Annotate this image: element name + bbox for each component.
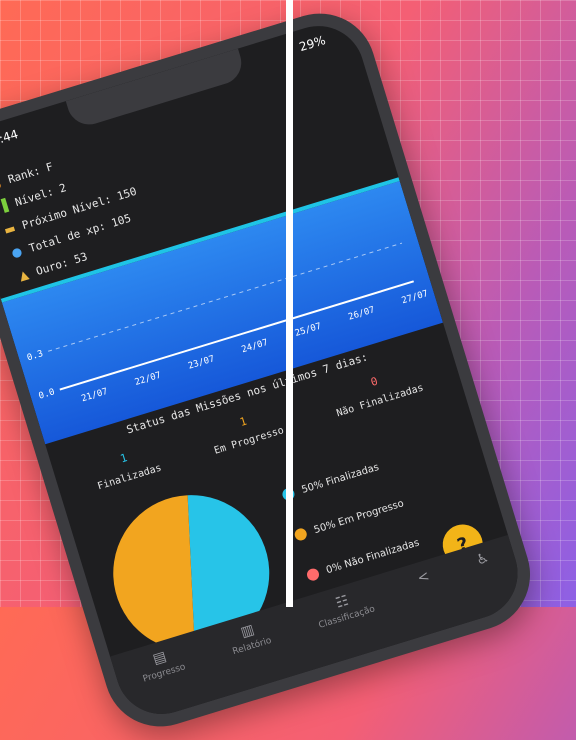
x-tick-label: 22/07 bbox=[134, 371, 163, 388]
nav-item-classificacao[interactable]: ☷ Classificação bbox=[312, 586, 377, 631]
nav-item-relatorio[interactable]: ▥ Relatório bbox=[226, 618, 273, 658]
legend-label-finalizadas: 50% Finalizadas bbox=[300, 461, 381, 496]
medal-icon: 🏅 bbox=[0, 174, 6, 192]
legend-dot-nao-finalizadas bbox=[305, 567, 321, 583]
accessibility-button[interactable]: ♿ bbox=[474, 550, 491, 569]
level-bars-icon: ▐ bbox=[0, 198, 10, 215]
ranking-icon: ☷ bbox=[333, 592, 351, 612]
counter-finalizadas: 1 Finalizadas bbox=[90, 442, 163, 492]
split-divider bbox=[286, 0, 293, 607]
x-tick-label: 23/07 bbox=[187, 354, 216, 371]
counter-nao-finalizadas: 0 Não Finalizadas bbox=[329, 362, 425, 420]
x-tick-label: 25/07 bbox=[294, 322, 323, 339]
nav-label-progresso: Progresso bbox=[141, 662, 187, 685]
report-icon: ▥ bbox=[238, 621, 257, 641]
accessibility-icon: ♿ bbox=[474, 549, 492, 569]
android-back-button[interactable]: < bbox=[415, 568, 431, 587]
counter-em-progresso: 1 Em Progresso bbox=[207, 405, 285, 457]
progress-icon: ▤ bbox=[150, 648, 169, 668]
x-tick-label: 21/07 bbox=[80, 387, 109, 404]
nav-label-relatorio: Relatório bbox=[231, 635, 273, 658]
x-tick-label: 26/07 bbox=[347, 305, 376, 322]
ytick-bottom: 0.0 bbox=[38, 387, 56, 401]
ytick-top: 0.3 bbox=[26, 349, 44, 363]
xp-series-line bbox=[59, 280, 414, 391]
back-icon: < bbox=[415, 568, 432, 587]
next-level-icon: ▬ bbox=[2, 220, 18, 238]
x-tick-label: 24/07 bbox=[240, 338, 269, 355]
legend-dot-em-progresso bbox=[293, 526, 309, 542]
nav-item-progresso[interactable]: ▤ Progresso bbox=[136, 644, 187, 685]
x-tick-label: 27/07 bbox=[401, 289, 430, 306]
xp-icon: ● bbox=[9, 243, 24, 261]
gold-icon: ▲ bbox=[17, 267, 31, 284]
status-time: 20:44 bbox=[0, 126, 20, 151]
battery-level: 29% bbox=[297, 32, 328, 55]
